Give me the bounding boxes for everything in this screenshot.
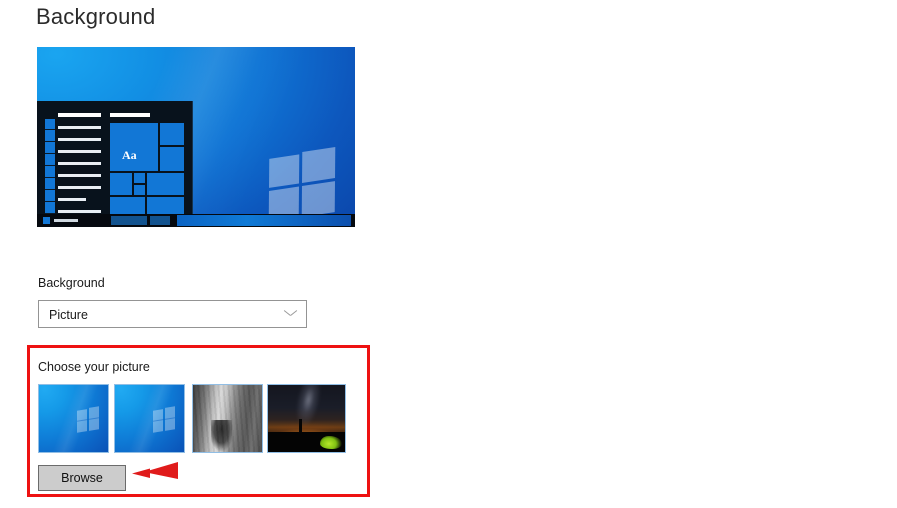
- picture-thumbnail-windows-hero-blue-2[interactable]: [114, 384, 185, 453]
- start-button-icon: [43, 217, 50, 224]
- start-menu-rail: [45, 119, 55, 223]
- chevron-down-icon: [285, 310, 296, 317]
- search-box-mock: [54, 219, 78, 222]
- picture-thumbnail-grayscale-cliff[interactable]: [192, 384, 263, 453]
- picture-thumbnail-list: [38, 384, 350, 454]
- start-menu-tiles: Aa: [110, 113, 184, 223]
- browse-button[interactable]: Browse: [38, 465, 126, 491]
- taskbar-right-area: [177, 215, 351, 226]
- background-select[interactable]: Picture: [38, 300, 307, 328]
- annotation-arrow-icon: [132, 462, 178, 479]
- page-title: Background: [36, 4, 156, 29]
- tile-label: Aa: [122, 148, 137, 162]
- taskbar-mock: [37, 214, 355, 227]
- background-select-value: Picture: [49, 308, 88, 322]
- background-field-label: Background: [38, 276, 105, 290]
- picture-thumbnail-windows-hero-blue-1[interactable]: [38, 384, 109, 453]
- choose-picture-label: Choose your picture: [38, 360, 150, 374]
- windows-logo-icon: [268, 147, 336, 223]
- taskbar-item: [111, 216, 147, 225]
- desktop-preview: Aa: [37, 47, 355, 227]
- start-menu-mock: Aa: [37, 101, 193, 227]
- picture-thumbnail-night-sky-tent[interactable]: [267, 384, 346, 453]
- taskbar-item: [150, 216, 170, 225]
- start-menu-app-list: [58, 113, 101, 223]
